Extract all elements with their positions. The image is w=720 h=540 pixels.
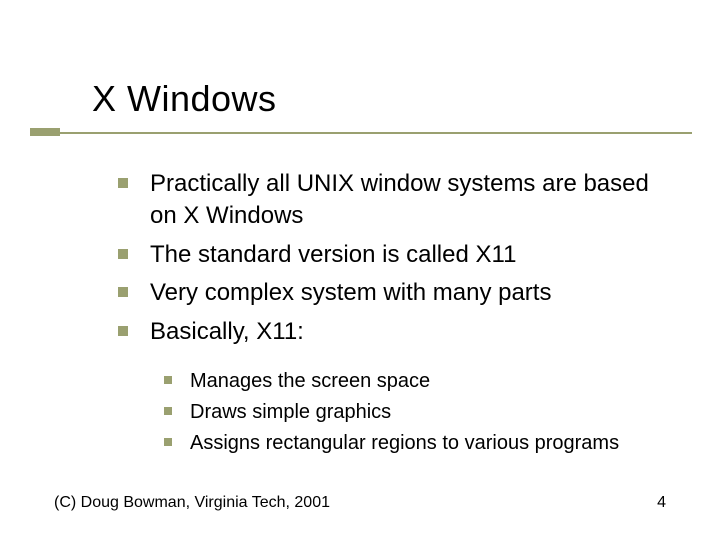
page-number: 4	[657, 494, 666, 512]
square-bullet-icon	[118, 326, 128, 336]
square-bullet-icon	[164, 376, 172, 384]
bullet-level2: Manages the screen space	[164, 368, 680, 395]
sub-bullet-group: Manages the screen space Draws simple gr…	[164, 368, 680, 457]
square-bullet-icon	[164, 438, 172, 446]
bullet-level1: Basically, X11:	[118, 316, 680, 348]
slide-title: X Windows	[92, 78, 277, 120]
square-bullet-icon	[118, 287, 128, 297]
sub-bullet-text: Draws simple graphics	[190, 399, 391, 426]
bullet-text: Basically, X11:	[150, 316, 304, 348]
slide-body: Practically all UNIX window systems are …	[118, 168, 680, 461]
title-underline	[60, 132, 692, 134]
square-bullet-icon	[164, 407, 172, 415]
sub-bullet-text: Manages the screen space	[190, 368, 430, 395]
accent-bar	[30, 128, 60, 136]
square-bullet-icon	[118, 178, 128, 188]
bullet-level2: Assigns rectangular regions to various p…	[164, 430, 680, 457]
bullet-level1: The standard version is called X11	[118, 239, 680, 271]
bullet-text: Practically all UNIX window systems are …	[150, 168, 680, 233]
slide: X Windows Practically all UNIX window sy…	[0, 0, 720, 540]
bullet-text: The standard version is called X11	[150, 239, 516, 271]
copyright-text: (C) Doug Bowman, Virginia Tech, 2001	[54, 494, 330, 512]
bullet-level1: Practically all UNIX window systems are …	[118, 168, 680, 233]
slide-footer: (C) Doug Bowman, Virginia Tech, 2001 4	[54, 494, 666, 512]
bullet-level1: Very complex system with many parts	[118, 277, 680, 309]
sub-bullet-text: Assigns rectangular regions to various p…	[190, 430, 619, 457]
bullet-level2: Draws simple graphics	[164, 399, 680, 426]
bullet-text: Very complex system with many parts	[150, 277, 551, 309]
square-bullet-icon	[118, 249, 128, 259]
